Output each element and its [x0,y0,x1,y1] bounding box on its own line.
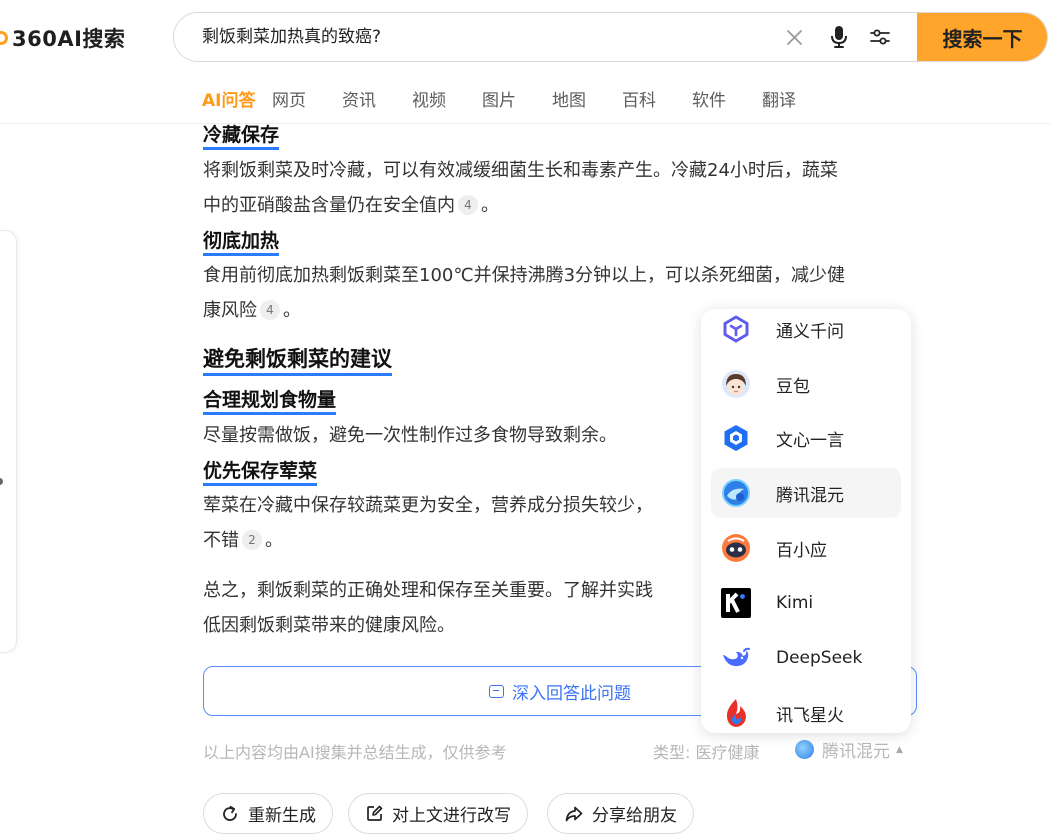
kimi-icon [721,588,751,618]
paragraph-line: 中的亚硝酸盐含量仍在安全值内 4。 [203,188,499,223]
doubao-icon [721,369,751,399]
model-option-kimi[interactable]: Kimi [711,578,901,628]
paragraph-text: 。 [283,300,301,321]
summary-line: 低因剩饭剩菜带来的健康风险。 [203,615,455,636]
model-option-label: 腾讯混元 [776,485,844,506]
paragraph-text: 中的亚硝酸盐含量仍在安全值内 [203,195,455,216]
model-option-baixiaoying[interactable]: 百小应 [711,523,901,573]
section-heading-refrigerate: 冷藏保存 [203,123,280,150]
model-option-wenxin[interactable]: 文心一言 [711,413,901,463]
summary-line: 总之，剩饭剩菜的正确处理和保存至关重要。了解并实践 [203,580,653,601]
paragraph-text: 不错 [203,530,239,551]
edit-icon [367,805,383,821]
search-input[interactable]: 剩饭剩菜加热真的致癌? [202,13,381,61]
model-option-label: Kimi [776,593,814,613]
share-button[interactable]: 分享给朋友 [547,793,694,834]
model-dropdown: 通义千问 豆包 文心一言 腾讯混元 百小应 Kimi DeepSeek 讯飞星火 [701,309,911,733]
left-side-panel [0,230,17,653]
disclaimer: 以上内容均由AI搜集并总结生成，仅供参考 [203,743,507,762]
rewrite-button[interactable]: 对上文进行改写 [348,793,528,834]
paragraph-line: 康风险 4。 [203,293,301,328]
citation-badge[interactable]: 2 [242,530,262,550]
chat-icon [489,684,504,698]
paragraph-line: 荤菜在冷藏中保存较蔬菜更为安全，营养成分损失较少， [203,495,653,516]
search-button[interactable]: 搜索一下 [917,13,1047,61]
rewrite-label: 对上文进行改写 [392,806,511,826]
paragraph-text: 。 [265,530,283,551]
model-option-hunyuan[interactable]: 腾讯混元 [711,468,901,518]
tab-ai-qa[interactable]: AI问答 [202,88,272,114]
citation-badge[interactable]: 4 [458,195,478,215]
model-option-doubao[interactable]: 豆包 [711,359,901,409]
logo[interactable]: 360AI搜索 [0,22,125,54]
model-option-tongyi[interactable]: 通义千问 [711,309,901,354]
model-option-label: 通义千问 [776,321,844,342]
tab-images[interactable]: 图片 [482,88,552,114]
filter-settings-icon[interactable] [867,13,893,61]
model-option-label: 讯飞星火 [776,705,844,726]
paragraph-line: 尽量按需做饭，避免一次性制作过多食物导致剩余。 [203,425,617,446]
baixiaoying-icon [721,533,751,563]
xinghuo-icon [721,698,751,728]
tab-software[interactable]: 软件 [692,88,762,114]
category-key: 类型: [653,743,691,762]
tab-maps[interactable]: 地图 [552,88,622,114]
deepseek-icon [721,643,751,673]
section-heading-reheat: 彻底加热 [203,229,280,256]
tab-baike[interactable]: 百科 [622,88,692,114]
tab-translate[interactable]: 翻译 [762,88,832,114]
tongyi-icon [721,314,751,344]
search-tabs: AI问答 网页 资讯 视频 图片 地图 百科 软件 翻译 [202,88,832,114]
logo-text: 360AI搜索 [12,27,126,51]
share-icon [565,806,583,821]
regenerate-button[interactable]: 重新生成 [203,793,333,834]
wenxin-icon [721,423,751,453]
category-label: 类型: 医疗健康 [653,739,760,763]
section-heading-plan: 合理规划食物量 [203,388,337,415]
share-label: 分享给朋友 [592,806,677,826]
hunyuan-icon [721,478,751,508]
paragraph-text: 。 [481,195,499,216]
paragraph-line: 将剩饭剩菜及时冷藏，可以有效减缓细菌生长和毒素产生。冷藏24小时后，蔬菜 [203,160,838,181]
model-option-xinghuo[interactable]: 讯飞星火 [711,688,901,733]
regenerate-label: 重新生成 [248,806,316,826]
model-selector[interactable]: 腾讯混元 ▲ [795,737,903,762]
deep-answer-label: 深入回答此问题 [512,683,631,704]
caret-up-icon: ▲ [896,744,903,755]
model-option-label: 豆包 [776,376,810,397]
tab-video[interactable]: 视频 [412,88,482,114]
logo-mark-icon [0,31,8,45]
tabs-divider [0,123,1051,124]
tab-web[interactable]: 网页 [272,88,342,114]
search-box: 剩饭剩菜加热真的致癌? 搜索一下 [173,12,1048,62]
refresh-icon [223,805,237,821]
model-option-label: 百小应 [776,540,827,561]
category-value: 医疗健康 [695,743,760,762]
microphone-icon[interactable] [826,13,852,61]
model-selector-label: 腾讯混元 [822,742,890,762]
citation-badge[interactable]: 4 [260,300,280,320]
model-option-deepseek[interactable]: DeepSeek [711,633,901,683]
paragraph-text: 康风险 [203,300,257,321]
section-heading-suggestions: 避免剩饭剩菜的建议 [203,345,392,376]
model-option-label: 文心一言 [776,430,844,451]
paragraph-line: 不错 2。 [203,523,283,558]
hunyuan-icon [795,740,814,759]
model-option-label: DeepSeek [776,648,863,668]
tab-news[interactable]: 资讯 [342,88,412,114]
paragraph-line: 食用前彻底加热剩饭剩菜至100℃并保持沸腾3分钟以上，可以杀死细菌，减少健 [203,265,846,286]
clear-icon[interactable] [781,13,807,61]
section-heading-meat: 优先保存荤菜 [203,459,318,486]
